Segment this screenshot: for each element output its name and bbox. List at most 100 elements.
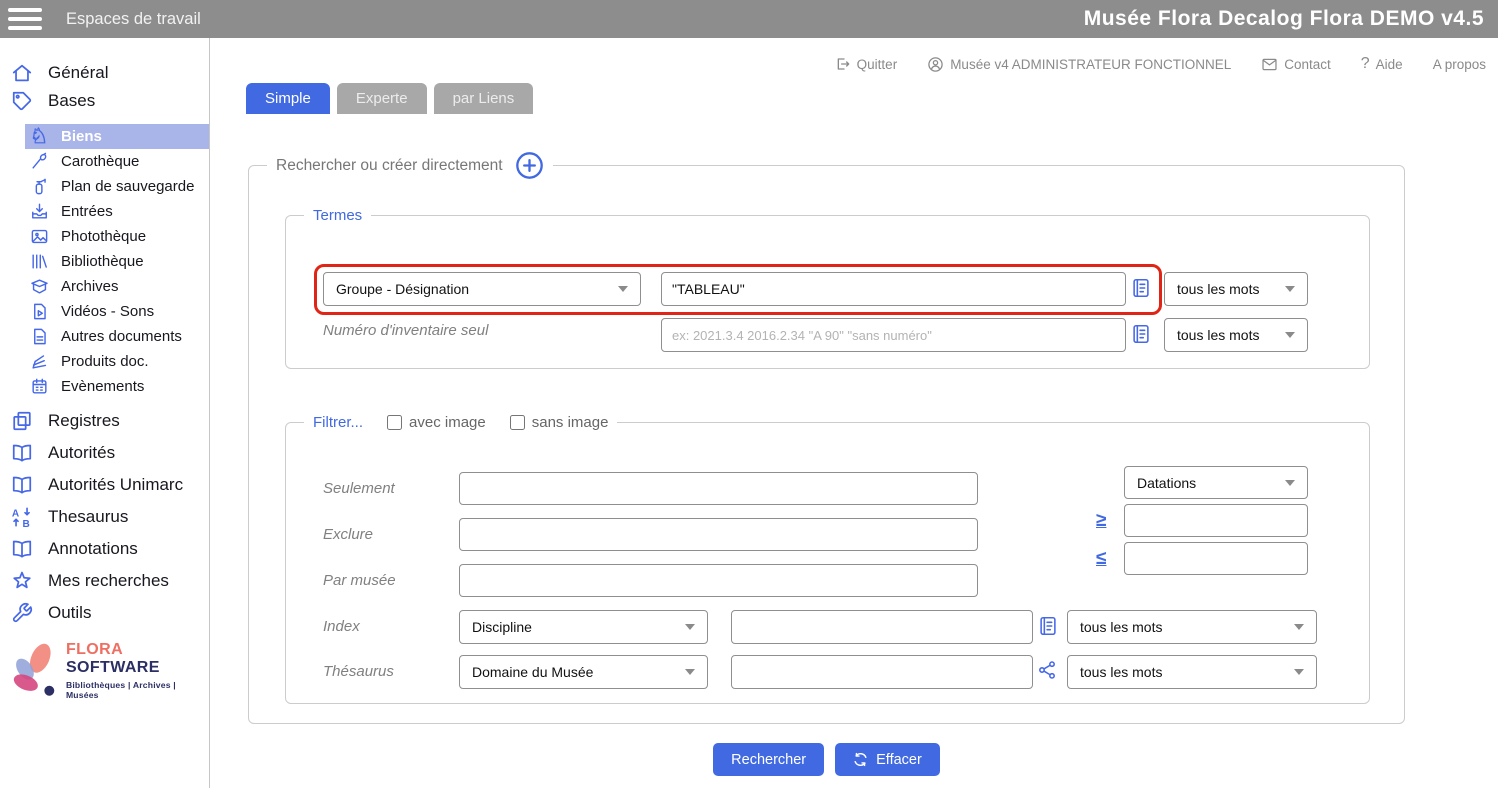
sidebar-item-phototheque[interactable]: Photothèque: [25, 224, 209, 249]
sidebar-item-label: Plan de sauvegarde: [61, 178, 195, 195]
search-create-fieldset: Rechercher ou créer directement Termes G…: [248, 151, 1405, 724]
sidebar-item-bibliotheque[interactable]: Bibliothèque: [25, 249, 209, 274]
sidebar-item-label: Registres: [48, 411, 120, 430]
open-book-icon: [9, 440, 35, 466]
sidebar-item-label: Vidéos - Sons: [61, 303, 155, 320]
chevron-down-icon: [685, 669, 695, 675]
greater-equal-link[interactable]: ≥: [1096, 510, 1106, 532]
thesaurus-value-input[interactable]: [731, 655, 1033, 689]
sidebar-item-annotations[interactable]: Annotations: [0, 533, 209, 565]
sidebar-item-label: Entrées: [61, 203, 113, 220]
sidebar-item-biens[interactable]: ♘ Biens: [25, 124, 209, 149]
library-icon: [28, 251, 50, 273]
logo-brand-software: SOFTWARE: [65, 658, 160, 676]
thesaurus-tree-icon[interactable]: [1037, 659, 1059, 683]
tab-experte[interactable]: Experte: [336, 83, 427, 114]
by-museum-label: Par musée: [323, 572, 396, 589]
search-button[interactable]: Rechercher: [713, 743, 825, 776]
index-lookup-icon[interactable]: [1037, 614, 1059, 638]
sidebar-item-general[interactable]: Général: [0, 59, 209, 87]
wrench-icon: [9, 600, 35, 626]
fire-extinguisher-icon: [28, 176, 50, 198]
thesaurus-match-mode-select[interactable]: tous les mots: [1067, 655, 1317, 689]
registers-icon: [9, 408, 35, 434]
clear-button[interactable]: Effacer: [835, 743, 940, 776]
help-link[interactable]: ? Aide: [1361, 55, 1403, 73]
open-book-icon: [9, 472, 35, 498]
exclude-input[interactable]: [459, 518, 978, 551]
topbar: Espaces de travail Musée Flora Decalog F…: [0, 0, 1498, 38]
sidebar-item-produits-doc[interactable]: Produits doc.: [25, 349, 209, 374]
filter-legend: Filtrer... avec image sans image: [304, 414, 617, 431]
add-record-icon[interactable]: [515, 151, 544, 180]
logout-icon: [837, 58, 850, 70]
sidebar-item-label: Bases: [48, 91, 96, 110]
without-image-checkbox-row: sans image: [509, 414, 608, 431]
tab-simple[interactable]: Simple: [246, 83, 330, 114]
menu-hamburger-icon[interactable]: [8, 8, 42, 30]
filter-label[interactable]: Filtrer...: [313, 414, 363, 431]
date-to-input[interactable]: [1124, 542, 1308, 575]
logo-tagline: Bibliothèques | Archives | Musées: [65, 679, 176, 700]
inventory-match-mode-select[interactable]: tous les mots: [1164, 318, 1308, 352]
contact-link[interactable]: Contact: [1261, 57, 1331, 72]
quit-link[interactable]: Quitter: [835, 56, 897, 72]
sidebar-item-plan-de-sauvegarde[interactable]: Plan de sauvegarde: [25, 174, 209, 199]
sidebar-item-label: Evènements: [61, 378, 145, 395]
date-from-input[interactable]: [1124, 504, 1308, 537]
sidebar-item-mes-recherches[interactable]: Mes recherches: [0, 565, 209, 597]
tab-par-liens[interactable]: par Liens: [433, 83, 534, 114]
with-image-checkbox-row: avec image: [387, 414, 486, 431]
sidebar-item-evenements[interactable]: Evènements: [25, 374, 209, 399]
term-field-select[interactable]: Groupe - Désignation: [323, 272, 641, 306]
without-image-checkbox[interactable]: [509, 415, 525, 430]
inbox-download-icon: [28, 201, 50, 223]
sidebar-item-videos-sons[interactable]: Vidéos - Sons: [25, 299, 209, 324]
main-content: Quitter Musée v4 ADMINISTRATEUR FONCTION…: [211, 38, 1498, 788]
sidebar-item-label: Autres documents: [61, 328, 182, 345]
sidebar-item-entrees[interactable]: Entrées: [25, 199, 209, 224]
sidebar-item-autres-documents[interactable]: Autres documents: [25, 324, 209, 349]
question-mark-icon: ?: [1360, 55, 1370, 72]
user-account[interactable]: Musée v4 ADMINISTRATEUR FONCTIONNEL: [927, 56, 1231, 73]
inventory-number-input[interactable]: [661, 318, 1126, 352]
filter-fieldset: Filtrer... avec image sans image Seuleme…: [285, 414, 1370, 704]
less-equal-link[interactable]: ≤: [1096, 548, 1106, 570]
datations-select[interactable]: Datations: [1124, 466, 1308, 499]
index-label: Index: [323, 618, 360, 635]
sidebar-item-autorites[interactable]: Autorités: [0, 437, 209, 469]
by-museum-input[interactable]: [459, 564, 978, 597]
sidebar-item-autorites-unimarc[interactable]: Autorités Unimarc: [0, 469, 209, 501]
mail-icon: [1262, 58, 1277, 70]
term-value-input[interactable]: [661, 272, 1126, 306]
app-title: Musée Flora Decalog Flora DEMO v4.5: [1083, 7, 1484, 30]
form-actions: Rechercher Effacer: [248, 743, 1405, 776]
tag-icon: [9, 88, 35, 114]
index-field-select[interactable]: Discipline: [459, 610, 708, 644]
flora-software-logo: FLORA SOFTWARE Bibliothèques | Archives …: [6, 638, 206, 702]
sidebar-item-label: Produits doc.: [61, 353, 149, 370]
index-lookup-icon[interactable]: [1130, 322, 1152, 346]
sidebar-item-outils[interactable]: Outils: [0, 597, 209, 629]
workspace-label[interactable]: Espaces de travail: [66, 10, 201, 29]
sidebar-item-label: Outils: [48, 603, 92, 622]
thesaurus-field-select[interactable]: Domaine du Musée: [459, 655, 708, 689]
sidebar-item-bases[interactable]: Bases: [0, 87, 209, 115]
sidebar-item-archives[interactable]: Archives: [25, 274, 209, 299]
about-link[interactable]: A propos: [1433, 57, 1486, 72]
with-image-checkbox[interactable]: [387, 415, 403, 430]
sidebar-item-registres[interactable]: Registres: [0, 405, 209, 437]
flora-flower-icon: [13, 643, 55, 696]
sidebar-item-thesaurus[interactable]: AB Thesaurus: [0, 501, 209, 533]
sidebar-item-carotheque[interactable]: Carothèque: [25, 149, 209, 174]
index-lookup-icon[interactable]: [1130, 276, 1152, 300]
term-match-mode-select[interactable]: tous les mots: [1164, 272, 1308, 306]
index-value-input[interactable]: [731, 610, 1033, 644]
only-input[interactable]: [459, 472, 978, 505]
sort-alpha-icon: AB: [9, 504, 35, 530]
chevron-down-icon: [1285, 332, 1295, 338]
document-icon: [28, 326, 50, 348]
home-icon: [9, 60, 35, 86]
image-icon: [28, 226, 50, 248]
index-match-mode-select[interactable]: tous les mots: [1067, 610, 1317, 644]
